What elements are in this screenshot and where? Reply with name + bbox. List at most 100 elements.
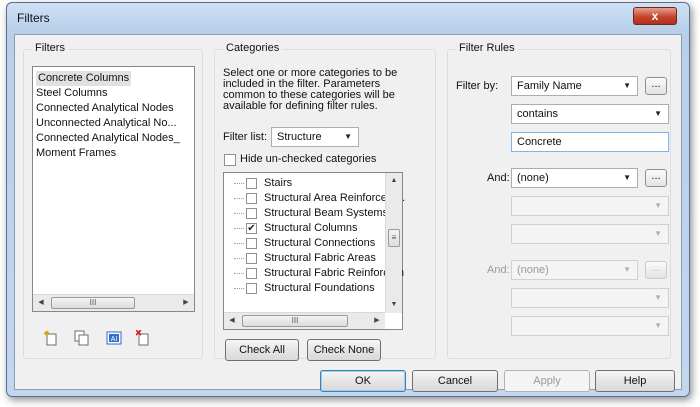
help-button[interactable]: Help bbox=[595, 370, 675, 392]
filter-by-dropdown[interactable]: Family Name ▼ bbox=[511, 76, 638, 96]
filter-item-moment-frames[interactable]: Moment Frames bbox=[36, 146, 116, 161]
and-dropdown-1[interactable]: (none) ▼ bbox=[511, 168, 638, 188]
category-checkbox[interactable] bbox=[246, 178, 257, 189]
and-value-field-1[interactable]: ▼ bbox=[511, 224, 669, 244]
categories-tree[interactable]: Stairs Structural Area Reinforcem... Str… bbox=[223, 172, 405, 330]
category-row-structural-columns[interactable]: ✔ Structural Columns bbox=[224, 221, 384, 236]
category-checkbox[interactable] bbox=[246, 268, 257, 279]
operator-value: contains bbox=[517, 108, 558, 120]
filters-horizontal-scrollbar[interactable]: ◀ III ▶ bbox=[33, 294, 194, 311]
scroll-down-icon[interactable]: ▼ bbox=[386, 297, 402, 313]
rule-value-text: Concrete bbox=[517, 136, 562, 148]
scroll-up-icon[interactable]: ▲ bbox=[386, 173, 402, 189]
filters-dialog: Filters x Filters Concrete Columns Steel… bbox=[6, 2, 690, 397]
filter-by-browse-button[interactable]: ... bbox=[645, 77, 667, 95]
filter-list-value: Structure bbox=[277, 131, 322, 143]
title-bar[interactable]: Filters x bbox=[7, 3, 689, 33]
filter-item-unconnected-analytical-nodes[interactable]: Unconnected Analytical No... bbox=[36, 116, 177, 131]
and-value-field-2[interactable]: ▼ bbox=[511, 316, 669, 336]
rule-value-input[interactable]: Concrete bbox=[511, 132, 669, 152]
cancel-button[interactable]: Cancel bbox=[412, 370, 498, 392]
close-button[interactable]: x bbox=[633, 7, 677, 25]
and-browse-button-2[interactable]: ... bbox=[645, 261, 667, 279]
chevron-down-icon: ▼ bbox=[344, 132, 352, 141]
and-operator-dropdown-1[interactable]: ▼ bbox=[511, 196, 669, 216]
duplicate-filter-icon[interactable] bbox=[74, 330, 90, 346]
category-label: Structural Connections bbox=[264, 237, 376, 249]
category-label: Structural Foundations bbox=[264, 282, 375, 294]
filter-item-connected-analytical-nodes-2[interactable]: Connected Analytical Nodes_ bbox=[36, 131, 180, 146]
scroll-thumb[interactable]: III bbox=[51, 297, 135, 309]
scroll-thumb[interactable]: III bbox=[242, 315, 348, 327]
category-checkbox[interactable] bbox=[246, 238, 257, 249]
delete-filter-icon[interactable] bbox=[136, 330, 152, 346]
hide-unchecked-checkbox[interactable] bbox=[224, 154, 236, 166]
categories-group-title: Categories bbox=[223, 42, 283, 54]
dialog-client-area: Filters Concrete Columns Steel Columns C… bbox=[14, 34, 682, 392]
hide-unchecked-label: Hide un-checked categories bbox=[240, 153, 377, 165]
category-row-structural-connections[interactable]: Structural Connections bbox=[224, 236, 384, 251]
filters-group-title: Filters bbox=[32, 42, 68, 54]
filter-rules-group: Filter Rules Filter by: Family Name ▼ ..… bbox=[447, 42, 671, 359]
and-value-2: (none) bbox=[517, 264, 549, 276]
check-all-button[interactable]: Check All bbox=[225, 339, 299, 361]
category-label: Stairs bbox=[264, 177, 293, 189]
filter-item-steel-columns[interactable]: Steel Columns bbox=[36, 86, 108, 101]
and-value-1: (none) bbox=[517, 172, 549, 184]
category-label: Structural Fabric Areas bbox=[264, 252, 376, 264]
category-row-structural-fabric-areas[interactable]: Structural Fabric Areas bbox=[224, 251, 384, 266]
close-icon: x bbox=[651, 9, 659, 23]
categories-group: Categories Select one or more categories… bbox=[214, 42, 436, 361]
category-checkbox[interactable] bbox=[246, 208, 257, 219]
ok-button[interactable]: OK bbox=[320, 370, 406, 392]
category-checkbox-checked[interactable]: ✔ bbox=[246, 223, 257, 234]
category-row-structural-fabric-reinforcement[interactable]: Structural Fabric Reinforcem bbox=[224, 266, 404, 281]
filters-listbox[interactable]: Concrete Columns Steel Columns Connected… bbox=[32, 66, 195, 312]
category-label: Structural Columns bbox=[264, 222, 358, 234]
category-row-structural-foundations[interactable]: Structural Foundations bbox=[224, 281, 384, 296]
chevron-down-icon: ▼ bbox=[654, 229, 662, 238]
and-label-2: And: bbox=[487, 264, 510, 276]
new-filter-icon[interactable] bbox=[44, 330, 60, 346]
categories-vertical-scrollbar[interactable]: ▲ ≡ ▼ bbox=[385, 173, 402, 313]
categories-horizontal-scrollbar[interactable]: ◀ III ▶ bbox=[224, 312, 385, 329]
filter-item-concrete-columns[interactable]: Concrete Columns bbox=[36, 71, 132, 86]
chevron-down-icon: ▼ bbox=[654, 109, 662, 118]
filter-rules-group-title: Filter Rules bbox=[456, 42, 518, 54]
and-label-1: And: bbox=[487, 172, 510, 184]
chevron-down-icon: ▼ bbox=[654, 321, 662, 330]
operator-dropdown[interactable]: contains ▼ bbox=[511, 104, 669, 124]
apply-button[interactable]: Apply bbox=[504, 370, 590, 392]
scroll-left-icon[interactable]: ◀ bbox=[224, 313, 240, 329]
rename-filter-icon[interactable]: AI bbox=[106, 330, 122, 346]
category-row-structural-beam-systems[interactable]: Structural Beam Systems bbox=[224, 206, 388, 221]
categories-description: Select one or more categories to be incl… bbox=[223, 67, 398, 112]
filters-group: Filters Concrete Columns Steel Columns C… bbox=[23, 42, 203, 359]
and-dropdown-2[interactable]: (none) ▼ bbox=[511, 260, 638, 280]
window-title: Filters bbox=[17, 11, 50, 25]
check-none-button[interactable]: Check None bbox=[307, 339, 381, 361]
vertical-scroll-thumb[interactable]: ≡ bbox=[388, 229, 400, 247]
svg-text:AI: AI bbox=[111, 336, 118, 343]
chevron-down-icon: ▼ bbox=[654, 201, 662, 210]
and-operator-dropdown-2[interactable]: ▼ bbox=[511, 288, 669, 308]
filter-list-label: Filter list: bbox=[223, 131, 267, 143]
chevron-down-icon: ▼ bbox=[623, 173, 631, 182]
category-checkbox[interactable] bbox=[246, 283, 257, 294]
category-label: Structural Beam Systems bbox=[264, 207, 389, 219]
category-checkbox[interactable] bbox=[246, 193, 257, 204]
and-browse-button-1[interactable]: ... bbox=[645, 169, 667, 187]
chevron-down-icon: ▼ bbox=[623, 81, 631, 90]
category-row-structural-area-reinforcement[interactable]: Structural Area Reinforcem... bbox=[224, 191, 405, 206]
filter-by-value: Family Name bbox=[517, 80, 582, 92]
filter-by-label: Filter by: bbox=[456, 80, 499, 92]
scroll-left-icon[interactable]: ◀ bbox=[33, 295, 49, 311]
scroll-right-icon[interactable]: ▶ bbox=[178, 295, 194, 311]
chevron-down-icon: ▼ bbox=[654, 293, 662, 302]
chevron-down-icon: ▼ bbox=[623, 265, 631, 274]
filter-list-dropdown[interactable]: Structure ▼ bbox=[271, 127, 359, 147]
filter-item-connected-analytical-nodes[interactable]: Connected Analytical Nodes bbox=[36, 101, 174, 116]
scroll-right-icon[interactable]: ▶ bbox=[369, 313, 385, 329]
category-checkbox[interactable] bbox=[246, 253, 257, 264]
category-row-stairs[interactable]: Stairs bbox=[224, 176, 384, 191]
